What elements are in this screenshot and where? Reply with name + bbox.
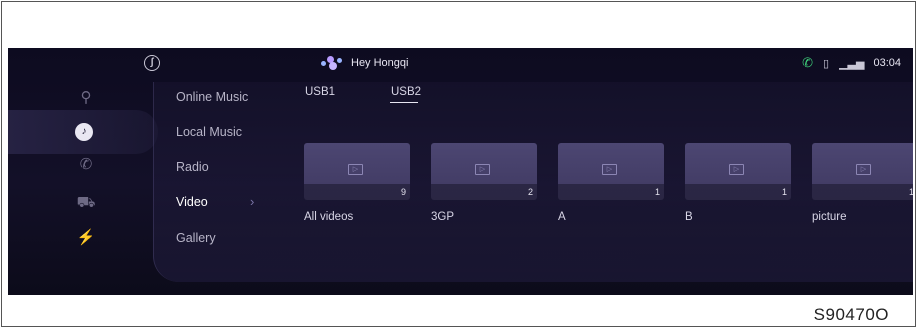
menu-item-online-music[interactable]: Online Music [176, 90, 248, 104]
video-folder-label: A [558, 211, 566, 223]
video-count: 1 [654, 187, 660, 197]
video-icon: ▷ [475, 164, 490, 175]
video-folder-tile[interactable]: ▷ 1 [685, 143, 791, 200]
tab-usb1[interactable]: USB1 [305, 86, 335, 98]
video-folder-label: 3GP [431, 211, 455, 223]
assistant-text: Hey Hongqi [351, 57, 409, 69]
media-icon[interactable]: ♪ [75, 123, 93, 141]
tab-usb2[interactable]: USB2 [391, 86, 421, 98]
status-indicators: ✆ ▯ ▁▃▅ 03:04 [802, 55, 901, 71]
battery-icon: ▯ [823, 57, 830, 70]
figure-frame: ʃ Hey Hongqi ✆ ▯ ▁▃▅ 03:04 ⚲ ♪ ✆ ⛟ ⚡ Onl… [1, 1, 916, 327]
video-count: 9 [400, 187, 406, 197]
video-folder-tile[interactable]: ▷ 9 [304, 143, 410, 200]
video-icon: ▷ [856, 164, 871, 175]
voice-assistant[interactable]: Hey Hongqi [321, 54, 408, 72]
menu-item-video[interactable]: Video [176, 195, 208, 209]
signal-icon: ▁▃▅ [839, 57, 865, 70]
phone-icon[interactable]: ✆ [72, 155, 100, 175]
video-folder-tile[interactable]: ▷ 2 [431, 143, 537, 200]
menu-item-radio[interactable]: Radio [176, 160, 209, 174]
video-icon: ▷ [348, 164, 363, 175]
video-folder-tile[interactable]: ▷ 1 [812, 143, 913, 200]
menu-item-gallery[interactable]: Gallery [176, 231, 216, 245]
phone-icon: ✆ [802, 55, 814, 70]
video-count: 2 [527, 187, 533, 197]
logo-icon: ʃ [144, 55, 160, 71]
status-bar: ʃ Hey Hongqi ✆ ▯ ▁▃▅ 03:04 [8, 48, 913, 78]
active-tab-indicator [390, 102, 418, 103]
video-folder-label: picture [812, 211, 847, 223]
video-count: 1 [781, 187, 787, 197]
clock: 03:04 [873, 57, 901, 69]
video-folder-label: B [685, 211, 693, 223]
video-folder-tile[interactable]: ▷ 1 [558, 143, 664, 200]
menu-item-local-music[interactable]: Local Music [176, 125, 242, 139]
infotainment-screen: ʃ Hey Hongqi ✆ ▯ ▁▃▅ 03:04 ⚲ ♪ ✆ ⛟ ⚡ Onl… [8, 48, 913, 295]
figure-code: S90470O [813, 305, 889, 324]
video-icon: ▷ [602, 164, 617, 175]
car-icon[interactable]: ⛟ [72, 193, 100, 213]
assistant-icon [321, 56, 343, 70]
video-folder-label: All videos [304, 211, 354, 223]
video-icon: ▷ [729, 164, 744, 175]
navigation-icon[interactable]: ⚲ [72, 88, 100, 108]
chevron-right-icon: › [250, 194, 255, 209]
charging-icon[interactable]: ⚡ [72, 228, 100, 248]
video-count: 1 [908, 187, 913, 197]
